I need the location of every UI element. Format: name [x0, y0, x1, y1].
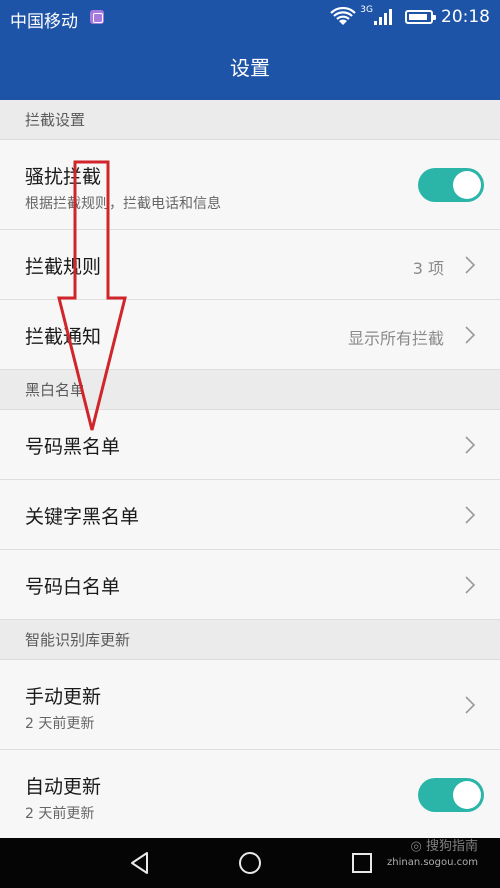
auto-update-title: 自动更新 — [25, 776, 102, 798]
carrier-label: 中国移动 — [10, 12, 78, 32]
section-header-intercept: 拦截设置 — [0, 100, 500, 140]
network-type-label: 3G — [360, 5, 373, 15]
chevron-right-icon — [465, 576, 476, 594]
chevron-right-icon — [465, 256, 476, 274]
chevron-right-icon — [465, 696, 476, 714]
auto-update-subtitle: 2 天前更新 — [25, 806, 95, 822]
signal-icon — [374, 9, 392, 25]
keyword-blacklist-row[interactable]: 关键字黑名单 — [0, 480, 500, 550]
intercept-notify-value: 显示所有拦截 — [347, 329, 444, 348]
number-whitelist-title: 号码白名单 — [25, 576, 121, 598]
intercept-notify-title: 拦截通知 — [25, 326, 102, 348]
recents-icon[interactable] — [349, 850, 375, 876]
app-bar: 设置 — [0, 36, 500, 100]
intercept-rules-row[interactable]: 拦截规则 3 项 — [0, 230, 500, 300]
section-header-update: 智能识别库更新 — [0, 620, 500, 660]
wifi-icon — [330, 7, 357, 25]
auto-update-row[interactable]: 自动更新 2 天前更新 — [0, 750, 500, 838]
status-indicators: 3G 20:18 — [330, 4, 490, 30]
manual-update-title: 手动更新 — [25, 686, 102, 708]
manual-update-subtitle: 2 天前更新 — [25, 716, 95, 732]
section-header-lists: 黑白名单 — [0, 370, 500, 410]
watermark-logo-icon: ◎ 搜狗指南 — [410, 839, 478, 854]
auto-update-toggle[interactable] — [418, 778, 484, 812]
chevron-right-icon — [465, 436, 476, 454]
battery-icon — [405, 10, 436, 24]
page-title: 设置 — [230, 56, 270, 80]
chevron-right-icon — [465, 326, 476, 344]
intercept-notify-row[interactable]: 拦截通知 显示所有拦截 — [0, 300, 500, 370]
manual-update-row[interactable]: 手动更新 2 天前更新 — [0, 660, 500, 750]
back-icon[interactable] — [127, 850, 153, 876]
harass-intercept-title: 骚扰拦截 — [25, 166, 102, 188]
status-bar: 中国移动 3G 20:18 — [0, 0, 500, 36]
chevron-right-icon — [465, 506, 476, 524]
sim-icon — [90, 10, 104, 24]
harass-intercept-toggle[interactable] — [418, 168, 484, 202]
settings-list[interactable]: 拦截设置 骚扰拦截 根据拦截规则，拦截电话和信息 拦截规则 3 项 拦截通知 显… — [0, 100, 500, 838]
number-blacklist-row[interactable]: 号码黑名单 — [0, 410, 500, 480]
clock: 20:18 — [441, 7, 490, 27]
number-whitelist-row[interactable]: 号码白名单 — [0, 550, 500, 620]
watermark-url: zhinan.sogou.com — [386, 857, 478, 868]
number-blacklist-title: 号码黑名单 — [25, 436, 121, 458]
harass-intercept-row[interactable]: 骚扰拦截 根据拦截规则，拦截电话和信息 — [0, 140, 500, 230]
intercept-rules-title: 拦截规则 — [25, 256, 102, 278]
navigation-bar: ◎ 搜狗指南 zhinan.sogou.com — [0, 838, 500, 888]
keyword-blacklist-title: 关键字黑名单 — [25, 506, 140, 528]
harass-intercept-subtitle: 根据拦截规则，拦截电话和信息 — [25, 196, 221, 212]
home-icon[interactable] — [237, 850, 263, 876]
intercept-rules-value: 3 项 — [412, 259, 444, 278]
